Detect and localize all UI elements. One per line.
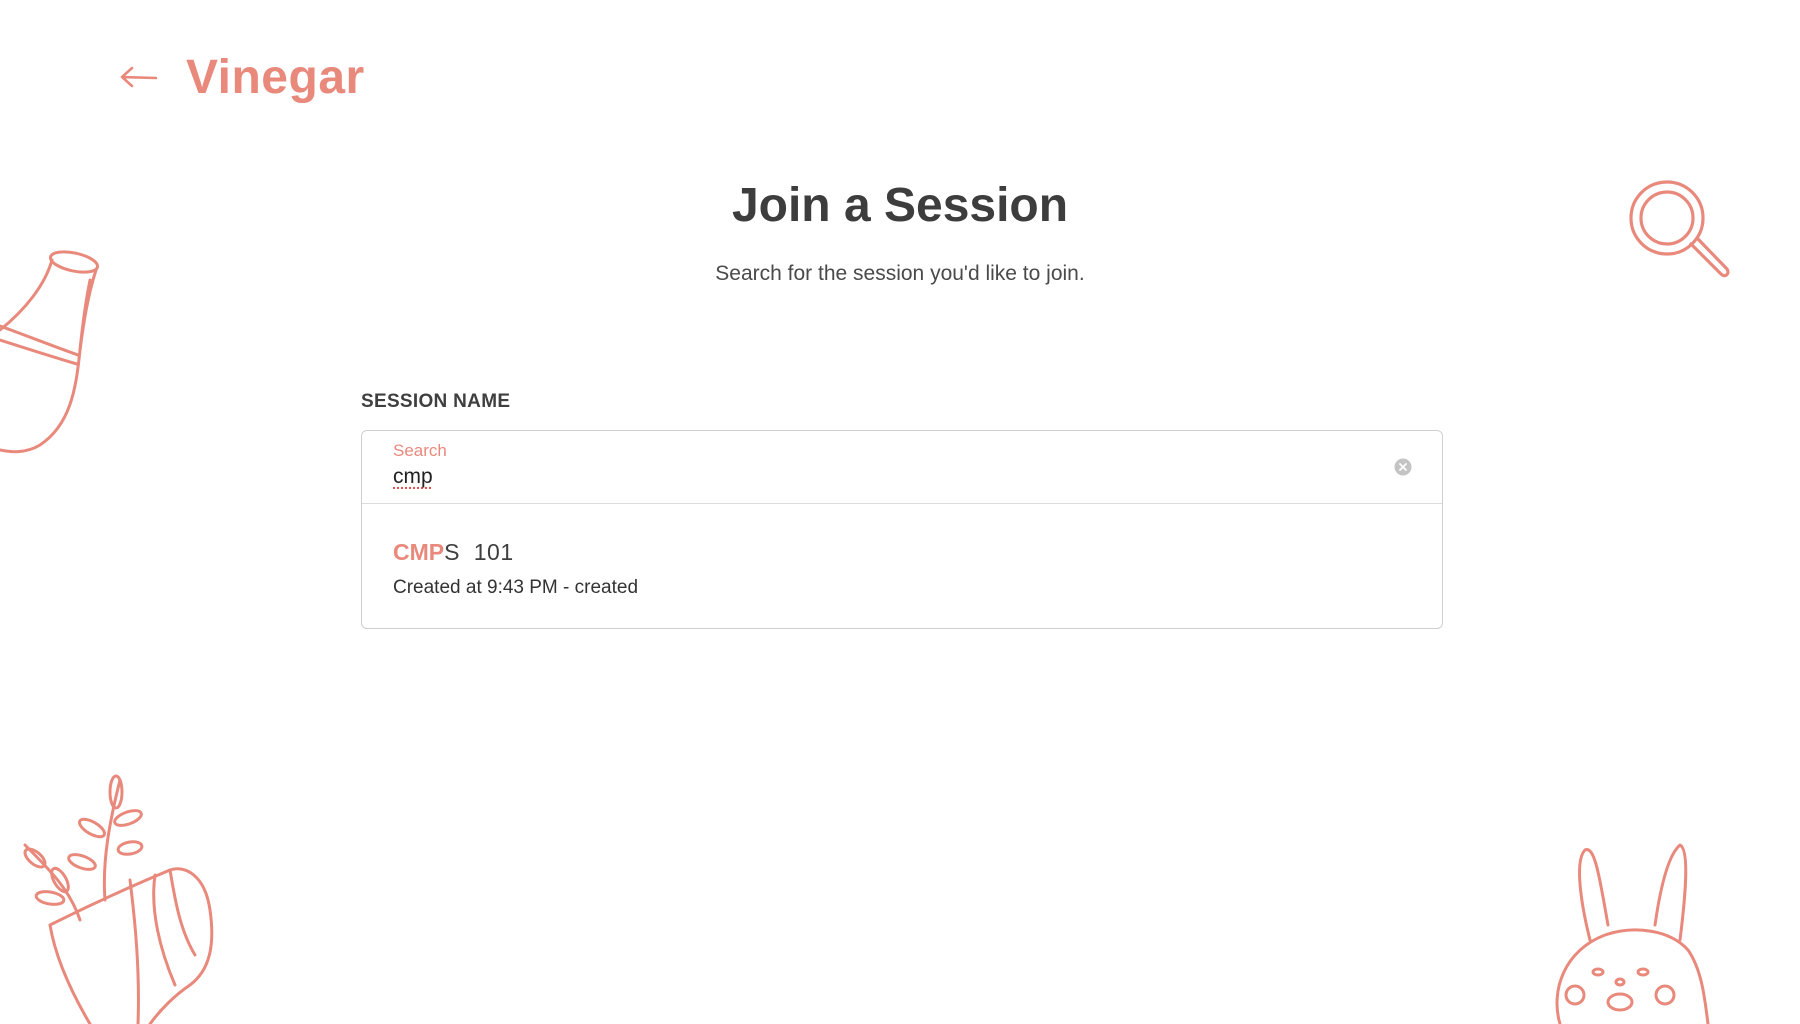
result-title-rest: S 101 xyxy=(444,539,514,565)
result-created-meta: Created at 9:43 PM - created xyxy=(393,577,639,598)
search-floating-label: Search xyxy=(393,441,447,460)
magnifier-doodle-icon xyxy=(1629,180,1730,278)
header: Vinegar xyxy=(114,46,365,108)
clear-circle-icon xyxy=(1394,458,1412,476)
search-input[interactable] xyxy=(393,465,1353,489)
bunny-doodle-icon xyxy=(1555,843,1710,1024)
session-search-box: Search CMPS 101 Created at 9:43 PM - cre… xyxy=(361,430,1443,629)
arrow-left-icon xyxy=(120,66,158,88)
brand-title[interactable]: Vinegar xyxy=(186,50,365,105)
session-name-label: SESSION NAME xyxy=(361,391,511,412)
search-result-item[interactable]: CMPS 101 Created at 9:43 PM - created xyxy=(393,537,1393,599)
result-title: CMPS 101 xyxy=(393,537,1393,567)
join-session-page: Vinegar Join a Session Search for the se… xyxy=(0,0,1800,1024)
page-subtitle: Search for the session you'd like to joi… xyxy=(715,262,1085,285)
search-field: Search xyxy=(362,431,1442,504)
plant-pot-doodle-icon xyxy=(23,774,214,1024)
result-title-match: CMP xyxy=(393,539,445,565)
back-button[interactable] xyxy=(114,57,162,97)
page-title: Join a Session xyxy=(731,179,1069,232)
clear-search-button[interactable] xyxy=(1394,458,1412,476)
bottle-doodle-icon xyxy=(0,250,100,454)
